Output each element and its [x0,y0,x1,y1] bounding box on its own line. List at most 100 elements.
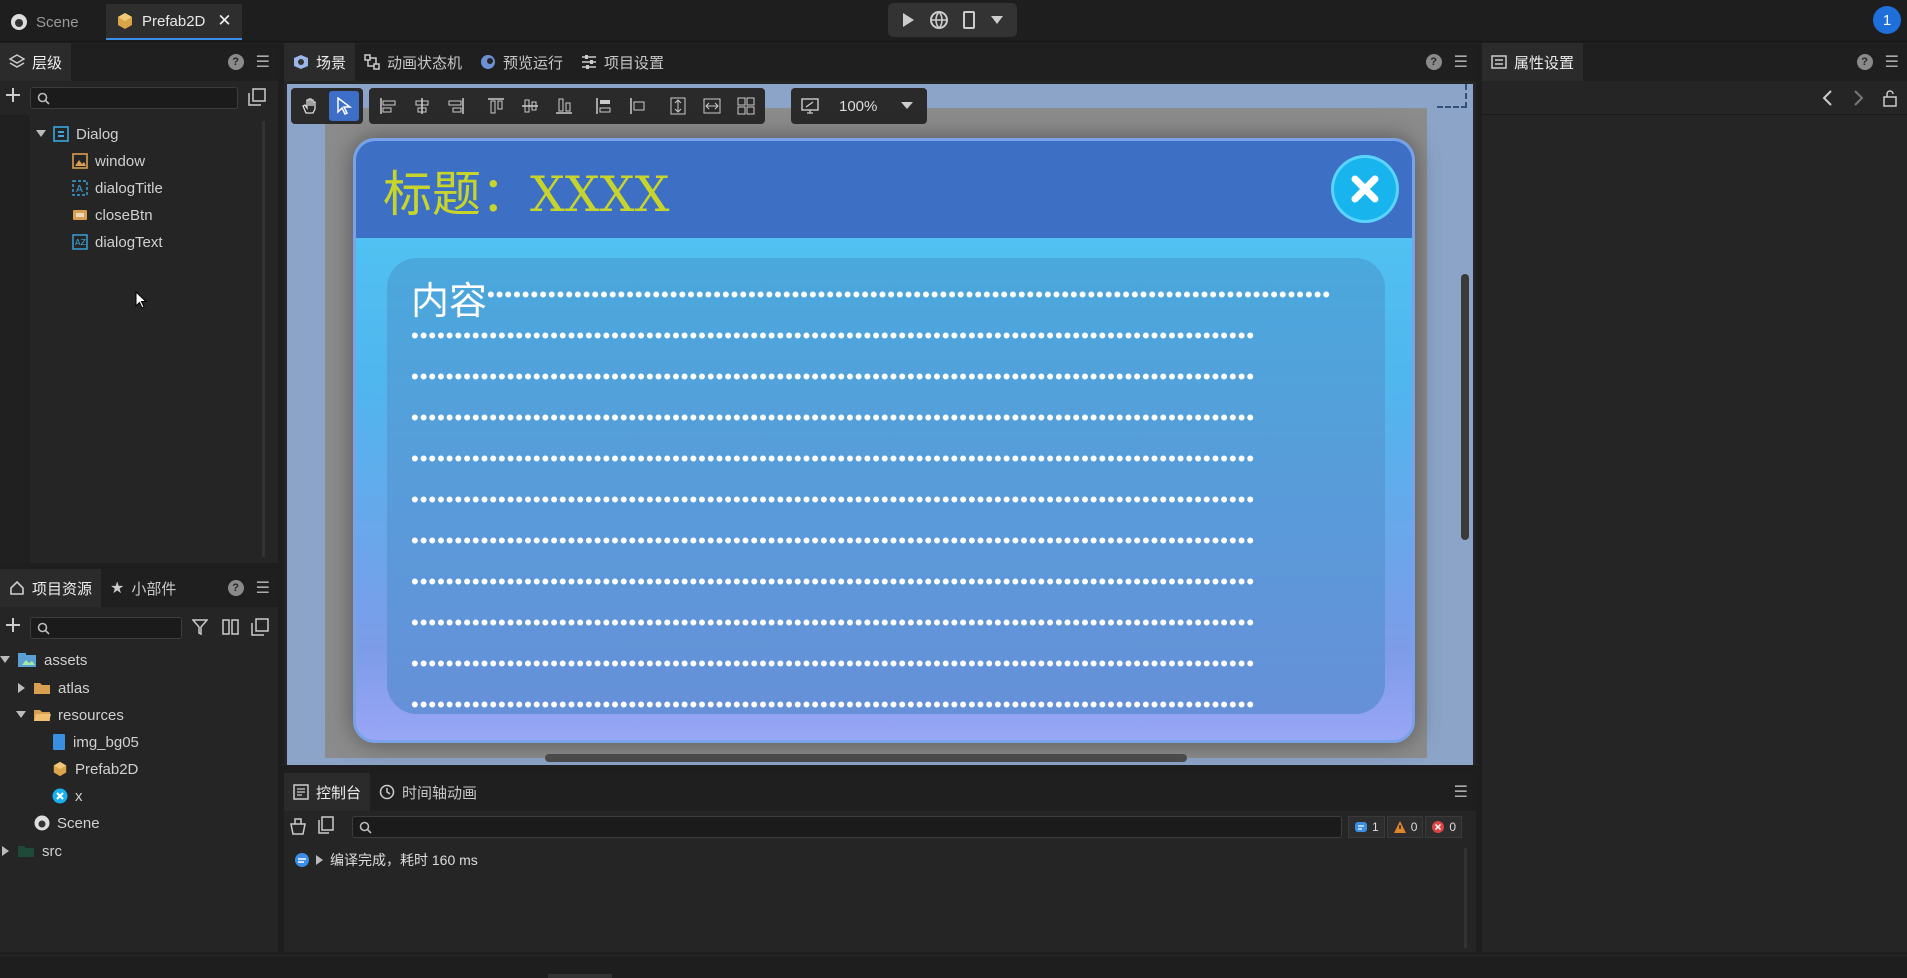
distribute-horizontal-icon [595,97,613,115]
add-icon[interactable] [4,86,22,104]
vertical-scrollbar[interactable] [1461,274,1469,540]
copy-icon[interactable] [251,618,269,636]
tree-item-label: Prefab2D [75,760,139,778]
tree-item-prefab2d[interactable]: Prefab2D [52,756,138,782]
fit-view-button[interactable] [795,91,825,121]
tree-item-window[interactable]: window [72,148,145,174]
tab-console[interactable]: 控制台 [284,773,371,811]
horizontal-scrollbar[interactable] [545,754,1187,762]
same-height-button[interactable] [663,91,693,121]
console-search-field[interactable] [376,819,1341,835]
menu-icon[interactable]: ☰ [1454,52,1468,72]
chevron-down-icon[interactable] [901,102,913,110]
help-icon[interactable]: ? [227,580,244,596]
forward-icon[interactable] [1854,90,1864,106]
back-icon[interactable] [1822,90,1832,106]
tree-item-assets[interactable]: assets [0,647,87,673]
align-middle-button[interactable] [515,91,545,121]
assets-search-field[interactable] [54,620,181,636]
help-icon[interactable]: ? [1425,54,1442,70]
tree-item-resources[interactable]: resources [16,702,124,728]
inspector-title: 属性设置 [1514,54,1575,72]
caret-down-icon[interactable] [36,130,46,138]
hierarchy-search-field[interactable] [54,90,237,106]
warn-filter[interactable]: 0 [1386,816,1424,838]
chevron-down-icon[interactable] [990,15,1004,25]
dialog-text-line: ••••••••••••••••••••••••••••••••••••••••… [487,290,1347,300]
console-log-row[interactable]: 编译完成，耗时 160 ms [294,850,478,870]
tab-project-settings[interactable]: 项目设置 [572,43,673,81]
tab-widgets[interactable]: ★ 小部件 [101,569,185,607]
tab-scene[interactable]: Scene [0,4,89,40]
play-icon[interactable] [901,12,915,28]
align-right-button[interactable] [441,91,471,121]
tab-hierarchy[interactable]: 层级 [0,43,72,81]
zoom-level[interactable]: 100% [839,98,897,115]
close-icon[interactable]: ✕ [217,11,231,31]
help-icon[interactable]: ? [227,54,244,70]
tab-prefab2d[interactable]: Prefab2D ✕ [106,4,242,40]
tab-preview-run[interactable]: 预览运行 [471,43,572,81]
align-top-button[interactable] [481,91,511,121]
caret-right-icon[interactable] [2,846,10,856]
tab-scene-view[interactable]: 场景 [284,43,356,81]
align-center-button[interactable] [407,91,437,121]
scrollbar[interactable] [262,121,265,557]
globe-icon[interactable] [929,10,949,30]
tab-timeline-animation[interactable]: 时间轴动画 [370,773,486,811]
align-left-button[interactable] [373,91,403,121]
copy-log-icon[interactable] [318,816,334,834]
console-search-input[interactable] [352,816,1342,838]
tree-item-img-bg05[interactable]: img_bg05 [52,729,139,755]
menu-icon[interactable]: ☰ [1454,782,1468,802]
console-scrollbar[interactable] [1464,848,1467,948]
copy-icon[interactable] [248,88,266,106]
hierarchy-search-input[interactable] [30,87,238,109]
help-icon[interactable]: ? [1856,54,1873,70]
user-badge[interactable]: 1 [1873,6,1901,34]
caret-right-icon[interactable] [316,855,324,865]
tree-item-src[interactable]: src [2,838,62,864]
tree-item-atlas[interactable]: atlas [18,675,90,701]
distribute-v-button[interactable] [623,91,653,121]
info-filter[interactable]: 1 [1348,816,1385,838]
tab-inspector[interactable]: 属性设置 [1482,43,1584,81]
error-filter[interactable]: 0 [1425,816,1463,838]
clear-console-icon[interactable] [288,816,308,836]
tab-prefab2d-label: Prefab2D [142,12,206,30]
filter-icon[interactable] [192,618,208,636]
menu-icon[interactable]: ☰ [256,52,270,72]
distribute-h-button[interactable] [589,91,619,121]
tab-animation-state-machine[interactable]: 动画状态机 [355,43,471,81]
menu-icon[interactable]: ☰ [256,578,270,598]
assets-search-input[interactable] [30,617,182,639]
tree-item-dialogtext[interactable]: AZ dialogText [72,229,163,255]
dialog-title[interactable]: 标题：XXXX [383,155,670,226]
add-icon[interactable] [4,616,22,634]
tab-project-assets[interactable]: 项目资源 [0,569,102,607]
tree-item-dialogtitle[interactable]: A dialogTitle [72,175,163,201]
dialog-content-box[interactable]: 内容 •••••••••••••••••••••••••••••••••••••… [387,258,1385,714]
device-icon[interactable] [962,11,976,29]
menu-icon[interactable]: ☰ [1885,52,1899,72]
caret-down-icon[interactable] [0,656,10,664]
align-bottom-button[interactable] [549,91,579,121]
tree-item-label: dialogTitle [95,179,163,197]
scene-canvas[interactable]: 100% 标题：XXXX 内容 ••••••••••••••••••••••••… [287,84,1473,765]
caret-right-icon[interactable] [18,683,26,693]
lock-icon[interactable] [1882,89,1898,107]
dialog-close-button[interactable] [1334,158,1396,220]
search-icon [37,92,50,105]
hand-tool-button[interactable] [295,91,325,121]
same-width-button[interactable] [697,91,727,121]
tree-item-closebtn[interactable]: closeBtn [72,202,153,228]
tab-label: 动画状态机 [387,54,463,72]
columns-icon[interactable] [222,618,240,636]
tree-item-x[interactable]: x [52,783,83,809]
select-tool-button[interactable] [329,91,359,121]
caret-down-icon[interactable] [16,711,26,719]
dialog-window[interactable]: 标题：XXXX 内容 •••••••••••••••••••••••••••••… [353,138,1415,743]
tree-item-dialog[interactable]: Dialog [36,121,119,147]
grid-layout-button[interactable] [731,91,761,121]
tree-item-scene[interactable]: Scene [34,810,100,836]
